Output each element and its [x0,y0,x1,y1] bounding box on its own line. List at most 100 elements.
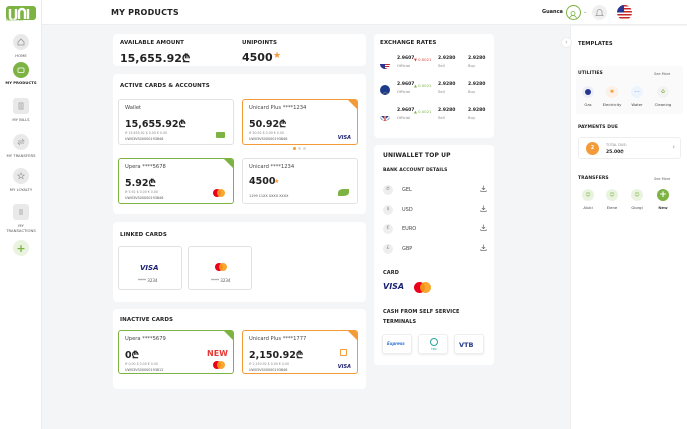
linked-cards-title: LINKED CARDS [120,232,167,238]
inactive-unicard-plus-card[interactable]: Unicard Plus ****1777 2,150.92₾ ₾ 2,150.… [242,330,358,374]
payments-due-title: PAYMENTS DUE [578,125,619,130]
home-icon [13,34,29,50]
sidebar-item-home[interactable]: HOME [4,34,38,58]
download-icon[interactable] [480,244,487,253]
utility-electricity[interactable]: ✺ Electricity [601,86,623,107]
wallet-icon [13,62,29,78]
mastercard-topup-button[interactable] [414,282,431,293]
contact-label: Elene [606,205,618,210]
bell-icon[interactable] [592,5,607,20]
sidebar: PayUnited HOME MY PRODUCTS MY BILLS MY T… [0,0,42,429]
sidebar-add-button[interactable]: + [4,240,38,256]
carousel-dot[interactable] [303,147,306,150]
tbc-logo-icon [430,338,438,346]
total-due-amount: 25.00₾ [606,150,624,155]
avatar[interactable] [566,5,581,20]
rate-buy: 2.9280 [468,82,486,87]
contact-label: New [658,205,668,210]
bills-icon [13,98,29,114]
rate-sell: 2.9280 [438,108,456,113]
new-badge: NEW [207,349,228,358]
bank-row-gel[interactable]: ₾ GEL [383,183,489,197]
terminal-express-button[interactable]: Express [382,334,412,354]
bank-row-gbp[interactable]: £ GBP [383,242,489,256]
unicard-plus-card[interactable]: Unicard Plus ****1234 50.92₾ ₾ 50.92 $ 0… [242,99,358,145]
us-flag-icon[interactable] [617,5,632,20]
terminal-name: Express [387,341,405,346]
linked-card-number: **** 3234 [211,278,231,283]
card-title: Upera ****5678 [125,164,166,170]
bank-row-usd[interactable]: $ USD [383,203,489,217]
utility-label: Gas [584,102,592,107]
sidebar-item-label: MY BILLS [12,117,30,122]
rate-official-label: Official [397,115,411,120]
transfer-new-button[interactable]: + New [652,189,674,210]
visa-icon: VISA [140,264,159,272]
contact-avatar-icon: ☺ [631,189,643,201]
card-account-number: UW03VS00000193846 [249,137,288,141]
transactions-icon [13,204,29,220]
page-title: MY PRODUCTS [111,8,179,17]
inactive-cards-title: INACTIVE CARDS [120,317,174,323]
sidebar-item-my-transactions[interactable]: MY TRANSACTIONS [4,204,38,233]
utility-label: Cleaning [654,102,672,107]
rate-sell: 2.9280 [438,56,456,61]
total-due-label: TOTAL DUE: [606,143,627,147]
sidebar-item-my-loyalty[interactable]: MY LOYALTY [4,168,38,192]
utility-water[interactable]: ~~ Water [626,86,648,107]
rate-official: 2.9607 [397,56,415,61]
card-account-number: UW03VS00000193846 [125,196,164,200]
transfer-contact-elene[interactable]: ☺ Elene [601,189,623,210]
linked-card-visa[interactable]: VISA **** 3234 [118,246,182,290]
star-icon [13,168,29,184]
download-icon[interactable] [480,224,487,233]
bank-currency-label: GEL [402,187,412,193]
sidebar-item-my-products[interactable]: MY PRODUCTS [4,62,38,85]
rate-change: ▲ 0.0021 [414,108,432,114]
templates-title: TEMPLATES [578,41,613,47]
payments-due-card[interactable]: 2 TOTAL DUE: 25.00₾ › [578,137,681,159]
contact-avatar-icon: ☺ [582,189,594,201]
user-name[interactable]: Guanca [542,9,563,15]
download-icon[interactable] [480,185,487,194]
chevron-right-icon: › [672,143,675,151]
sidebar-item-my-transfers[interactable]: MY TRANSFERS [4,134,38,158]
rate-buy-label: Buy [468,63,476,68]
collapse-panel-button[interactable]: › [561,37,572,48]
rate-row-gbp: 2.9607 ▲ 0.0021 Official 2.9280 Sell 2.9… [380,108,488,130]
utility-gas[interactable]: Gas [577,86,599,107]
exchange-rates-title: EXCHANGE RATES [380,40,437,46]
terminal-vtb-button[interactable]: VTB [454,334,484,354]
plus-icon: + [657,189,669,201]
wallet-icon [216,132,225,138]
chevron-down-icon[interactable]: ⌄ [583,9,587,15]
card-balance: 15,655.92₾ [125,119,186,130]
linked-card-number: **** 3234 [138,278,158,283]
card-balance: 50.92₾ [249,119,287,130]
card-balance: 2,150.92₾ [249,350,304,361]
gbp-icon: £ [383,244,393,254]
inactive-upera-card[interactable]: Upera ****5679 0₾ ₾ 0.00 $ 0.00 € 0.00 U… [118,330,234,374]
euro-icon: € [383,224,393,234]
utilities-see-more-link[interactable]: See More [654,72,670,76]
carousel-dot-active[interactable] [293,147,296,150]
card-currency-breakdown: ₾ 50.92 $ 0.00 € 0.00 [249,131,284,135]
transfer-contact-giorgi[interactable]: ☺ Giorgi [626,189,648,210]
contact-label: Giorgi [631,205,643,210]
bank-row-euro[interactable]: € EURO [383,222,489,236]
terminal-tbc-button[interactable]: TBC [418,334,448,354]
carousel-dot[interactable] [298,147,301,150]
mastercard-icon [213,189,225,197]
linked-card-mastercard[interactable]: **** 3234 [188,246,252,290]
water-icon: ~~ [631,86,643,98]
wallet-card[interactable]: Wallet 15,655.92₾ ₾ 15,655.92 $ 0.00 € 0… [118,99,234,145]
download-icon[interactable] [480,205,487,214]
transfers-see-more-link[interactable]: See More [654,177,670,181]
star-icon: ★ [273,51,282,61]
utility-cleaning[interactable]: ♻ Cleaning [652,86,674,107]
visa-topup-button[interactable]: VISA [383,282,404,291]
transfer-contact-aluki[interactable]: ☺ Aluki [577,189,599,210]
sidebar-item-my-bills[interactable]: MY BILLS [4,98,38,122]
upera-card[interactable]: Upera ****5678 5.92₾ ₾ 5.92 $ 0.00 € 0.0… [118,158,234,204]
unicard-card[interactable]: Unicard ****1234 4500 ★ 1199 11XX XXXX X… [242,158,358,204]
